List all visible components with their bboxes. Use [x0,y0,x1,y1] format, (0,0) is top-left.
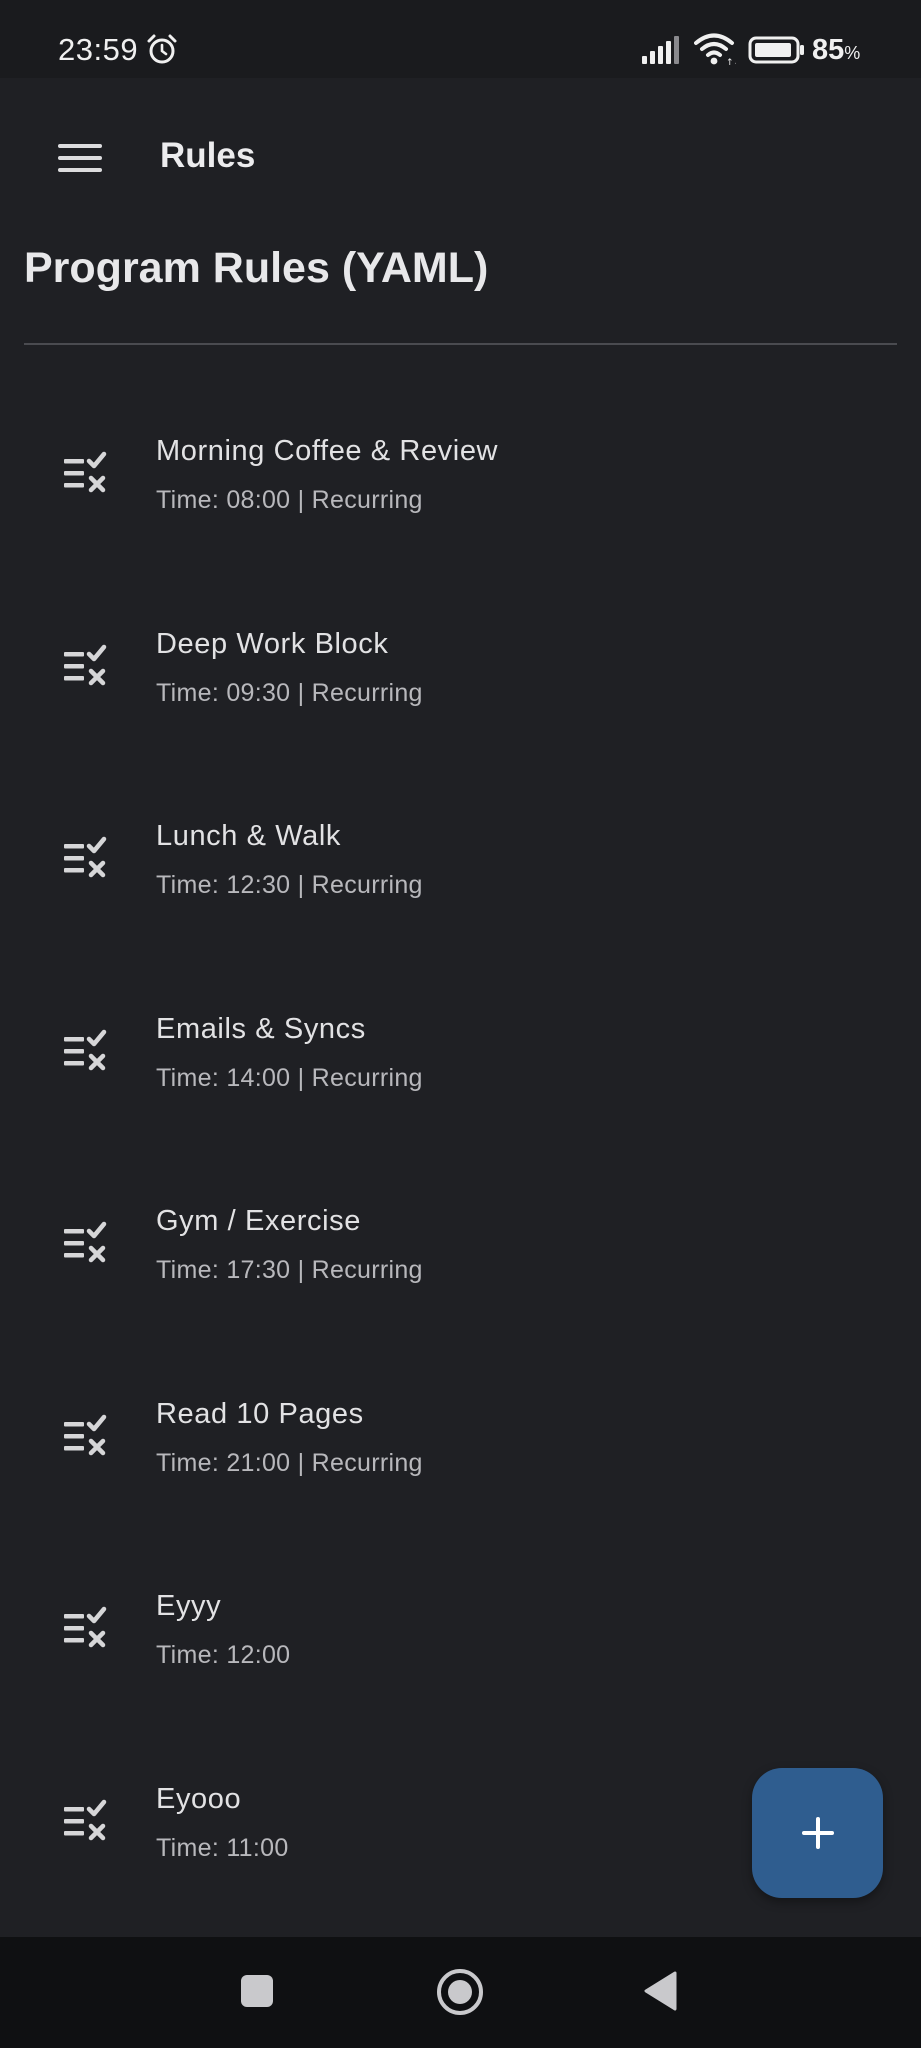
rule-title: Emails & Syncs [156,1012,366,1045]
checklist-icon [62,451,114,497]
rule-subtitle: Time: 17:30 | Recurring [156,1256,423,1284]
rule-subtitle: Time: 09:30 | Recurring [156,678,423,707]
checklist-icon [62,1799,114,1845]
battery-percentage: 85% [812,34,860,67]
rule-title: Eyooo [156,1782,242,1815]
rule-list-item[interactable]: Morning Coffee & Review Time: 08:00 | Rec… [0,385,921,578]
rule-title: Eyyy [156,1590,222,1622]
rule-title: Gym / Exercise [156,1205,361,1237]
app-bar: Rules [0,78,921,238]
battery-icon [748,36,804,64]
checklist-icon [62,1221,114,1267]
rule-title: Morning Coffee & Review [156,435,499,467]
rule-list-item[interactable]: Read 10 Pages Time: 21:00 | Recurring [0,1348,921,1541]
battery-level: 85 [812,34,845,66]
rule-subtitle: Time: 08:00 | Recurring [156,486,423,514]
app-title: Rules [160,136,256,175]
rules-screen: 23:59 ↑↓ 85% [0,0,921,2048]
alarm-icon [147,34,177,64]
navigation-bar [0,1937,921,2048]
rule-list-item[interactable]: Eyyy Time: 12:00 [0,1540,921,1733]
status-time: 23:59 [58,32,139,67]
rule-list-item[interactable]: Gym / Exercise Time: 17:30 | Recurring [0,1155,921,1348]
rule-title: Lunch & Walk [156,820,342,852]
recents-icon[interactable] [240,1974,274,2008]
back-icon[interactable] [642,1971,678,2011]
page-title: Program Rules (YAML) [24,244,489,292]
hamburger-menu-icon [58,144,102,172]
rules-list: Morning Coffee & Review Time: 08:00 | Rec… [0,385,921,1925]
rule-title: Deep Work Block [156,627,389,660]
rule-list-item[interactable]: Emails & Syncs Time: 14:00 | Recurring [0,963,921,1156]
add-rule-button[interactable] [752,1768,883,1898]
status-bar: 23:59 ↑↓ 85% [0,0,921,78]
rule-title: Read 10 Pages [156,1397,364,1430]
rule-subtitle: Time: 21:00 | Recurring [156,1448,423,1477]
checklist-icon [62,644,114,690]
signal-icon [642,36,679,64]
rule-list-item[interactable]: Deep Work Block Time: 09:30 | Recurring [0,578,921,771]
rule-subtitle: Time: 11:00 [156,1833,289,1862]
menu-button[interactable] [40,130,120,186]
rule-subtitle: Time: 12:30 | Recurring [156,871,423,899]
checklist-icon [62,836,114,882]
divider [24,343,897,345]
wifi-icon: ↑↓ [694,33,736,66]
rule-subtitle: Time: 14:00 | Recurring [156,1063,423,1092]
rule-subtitle: Time: 12:00 [156,1641,291,1669]
rule-list-item[interactable]: Lunch & Walk Time: 12:30 | Recurring [0,770,921,963]
checklist-icon [62,1414,114,1460]
checklist-icon [62,1029,114,1075]
home-icon[interactable] [435,1967,485,2017]
plus-icon [801,1817,834,1849]
svg-text:↑↓: ↑↓ [726,58,736,66]
checklist-icon [62,1606,114,1652]
battery-unit: % [844,43,861,63]
